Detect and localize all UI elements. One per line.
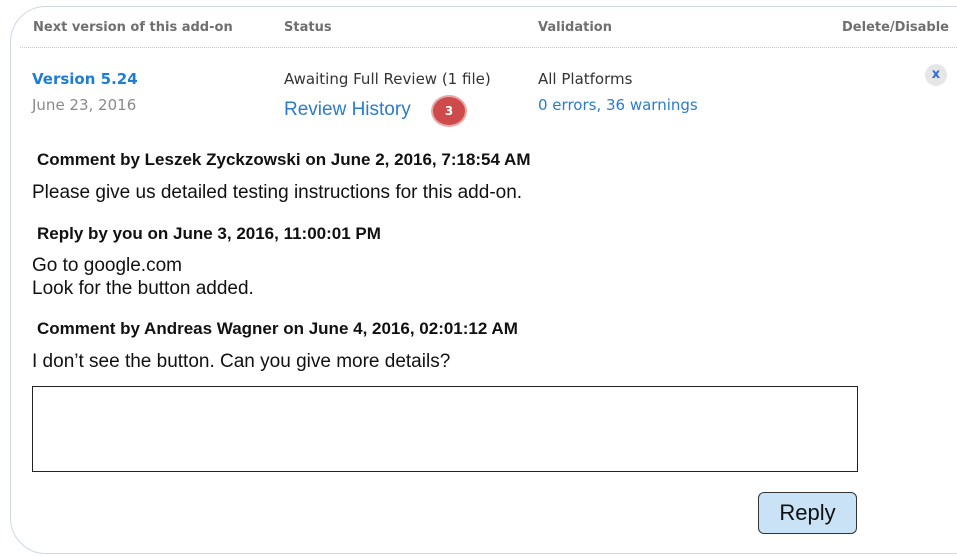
reply-textarea[interactable] — [32, 386, 858, 472]
comment-body: I don’t see the button. Can you give mor… — [32, 350, 450, 373]
table-header: Next version of this add-on Status Valid… — [0, 20, 957, 38]
reply-button[interactable]: Reply — [758, 492, 857, 534]
comment-line: Please give us detailed testing instruct… — [32, 182, 523, 203]
comment-line: I don’t see the button. Can you give mor… — [32, 351, 451, 372]
reply-line: Look for the button added. — [32, 278, 254, 299]
review-history-link[interactable]: Review History — [284, 99, 411, 121]
version-link[interactable]: Version 5.24 — [32, 70, 138, 88]
review-history-count-badge: 3 — [431, 95, 467, 127]
platforms-text: All Platforms — [538, 70, 633, 88]
reply-body: Go to google.com Look for the button add… — [32, 254, 254, 300]
header-version: Next version of this add-on — [33, 20, 233, 35]
close-icon: x — [931, 67, 941, 82]
version-date: June 23, 2016 — [32, 96, 137, 114]
reply-line: Go to google.com — [32, 255, 182, 276]
reply-heading: Reply by you on June 3, 2016, 11:00:01 P… — [37, 224, 381, 243]
header-status: Status — [284, 20, 332, 35]
delete-button[interactable]: x — [925, 64, 947, 86]
status-text: Awaiting Full Review (1 file) — [284, 70, 491, 88]
header-delete-disable: Delete/Disable — [842, 20, 949, 35]
comment-body: Please give us detailed testing instruct… — [32, 181, 522, 204]
comment-heading: Comment by Andreas Wagner on June 4, 201… — [37, 319, 518, 338]
header-divider — [20, 47, 957, 48]
comment-heading: Comment by Leszek Zyckzowski on June 2, … — [37, 150, 531, 169]
header-validation: Validation — [538, 20, 612, 35]
validation-results-link[interactable]: 0 errors, 36 warnings — [538, 96, 698, 114]
